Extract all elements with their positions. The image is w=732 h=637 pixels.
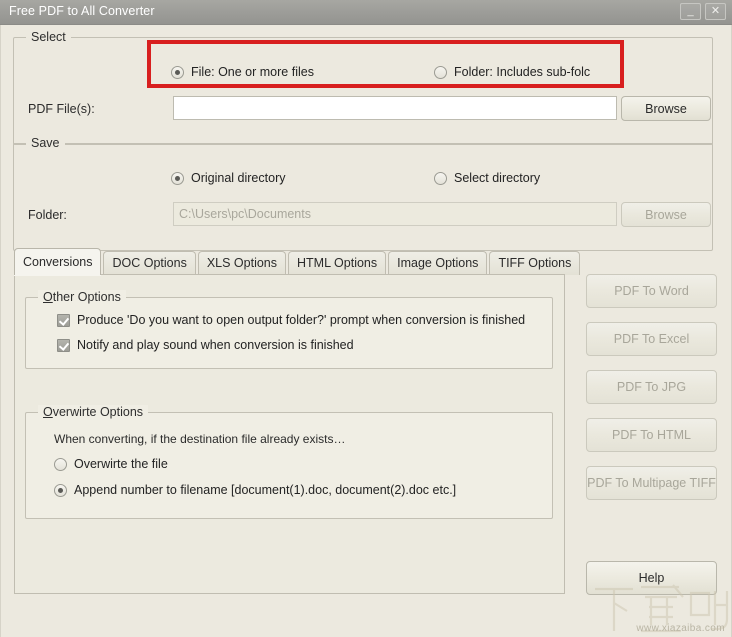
radio-append-number-indicator (54, 483, 67, 497)
overwrite-description: When converting, if the destination file… (54, 432, 346, 446)
pdf-files-input[interactable] (173, 96, 617, 120)
tab-panel-conversions: Other Options Produce 'Do you want to op… (14, 274, 565, 594)
radio-select-directory-indicator (434, 171, 447, 185)
save-group: Save Original directory Select directory… (13, 136, 713, 251)
folder-input[interactable] (173, 202, 617, 226)
pdf-files-label: PDF File(s): (28, 102, 95, 116)
pdf-to-word-button[interactable]: PDF To Word (586, 274, 717, 308)
overwrite-options-title: Overwirte Options (38, 405, 149, 419)
checkbox-produce-prompt-indicator (57, 313, 70, 327)
window-title: Free PDF to All Converter (9, 4, 155, 18)
radio-select-directory-label: Select directory (454, 171, 541, 185)
save-browse-button[interactable]: Browse (621, 202, 711, 227)
other-options-title: Other Options (38, 290, 126, 304)
save-group-title: Save (26, 136, 65, 150)
tab-tiff-options[interactable]: TIFF Options (489, 251, 581, 275)
checkbox-produce-prompt[interactable]: Produce 'Do you want to open output fold… (57, 313, 544, 327)
radio-file-label: File: One or more files (191, 65, 314, 79)
tab-strip: Conversions DOC Options XLS Options HTML… (14, 248, 581, 275)
tab-doc-options[interactable]: DOC Options (103, 251, 196, 275)
checkbox-notify-sound-indicator (57, 338, 70, 352)
radio-select-directory[interactable]: Select directory (434, 171, 540, 185)
radio-overwrite-file-indicator (54, 457, 67, 471)
pdf-to-jpg-button[interactable]: PDF To JPG (586, 370, 717, 404)
checkbox-notify-sound-label: Notify and play sound when conversion is… (77, 338, 354, 352)
other-options-title-rest: ther Options (52, 290, 121, 304)
close-button[interactable]: ✕ (705, 3, 726, 20)
radio-file[interactable]: File: One or more files (171, 65, 314, 79)
radio-append-number-label: Append number to filename [document(1).d… (74, 483, 457, 497)
radio-overwrite-file[interactable]: Overwirte the file (54, 457, 168, 471)
watermark-url: www.xiazaiba.com (636, 623, 725, 634)
tab-conversions[interactable]: Conversions (14, 248, 102, 275)
title-bar: Free PDF to All Converter _ ✕ (0, 0, 732, 25)
folder-label: Folder: (28, 208, 67, 222)
overwrite-options-title-rest: verwirte Options (52, 405, 144, 419)
help-button[interactable]: Help (586, 561, 717, 595)
radio-append-number[interactable]: Append number to filename [document(1).d… (54, 483, 456, 497)
overwrite-options-group: Overwirte Options When converting, if th… (25, 405, 553, 519)
radio-original-directory[interactable]: Original directory (171, 171, 285, 185)
other-options-group: Other Options Produce 'Do you want to op… (25, 290, 553, 369)
select-browse-button[interactable]: Browse (621, 96, 711, 121)
radio-folder-indicator (434, 65, 447, 79)
checkbox-produce-prompt-label: Produce 'Do you want to open output fold… (77, 313, 526, 327)
tab-image-options[interactable]: Image Options (388, 251, 488, 275)
tab-html-options[interactable]: HTML Options (288, 251, 387, 275)
pdf-to-multipage-tiff-button[interactable]: PDF To Multipage TIFF (586, 466, 717, 500)
radio-folder-label: Folder: Includes sub-folc (454, 65, 591, 79)
select-group: Select File: One or more files Folder: I… (13, 30, 713, 145)
pdf-to-excel-button[interactable]: PDF To Excel (586, 322, 717, 356)
select-group-title: Select (26, 30, 71, 44)
checkbox-notify-sound[interactable]: Notify and play sound when conversion is… (57, 338, 354, 352)
window-controls: _ ✕ (680, 3, 726, 20)
pdf-to-html-button[interactable]: PDF To HTML (586, 418, 717, 452)
other-options-title-mnemonic: O (43, 290, 53, 304)
radio-overwrite-file-label: Overwirte the file (74, 457, 168, 471)
radio-file-indicator (171, 65, 184, 79)
minimize-button[interactable]: _ (680, 3, 701, 20)
application-window: Free PDF to All Converter _ ✕ Select Fil… (0, 0, 732, 637)
client-area: Select File: One or more files Folder: I… (0, 25, 732, 637)
radio-original-directory-label: Original directory (191, 171, 286, 185)
overwrite-options-title-mnemonic: O (43, 405, 53, 419)
radio-original-directory-indicator (171, 171, 184, 185)
tab-xls-options[interactable]: XLS Options (197, 251, 287, 275)
radio-folder[interactable]: Folder: Includes sub-folc (434, 65, 617, 79)
